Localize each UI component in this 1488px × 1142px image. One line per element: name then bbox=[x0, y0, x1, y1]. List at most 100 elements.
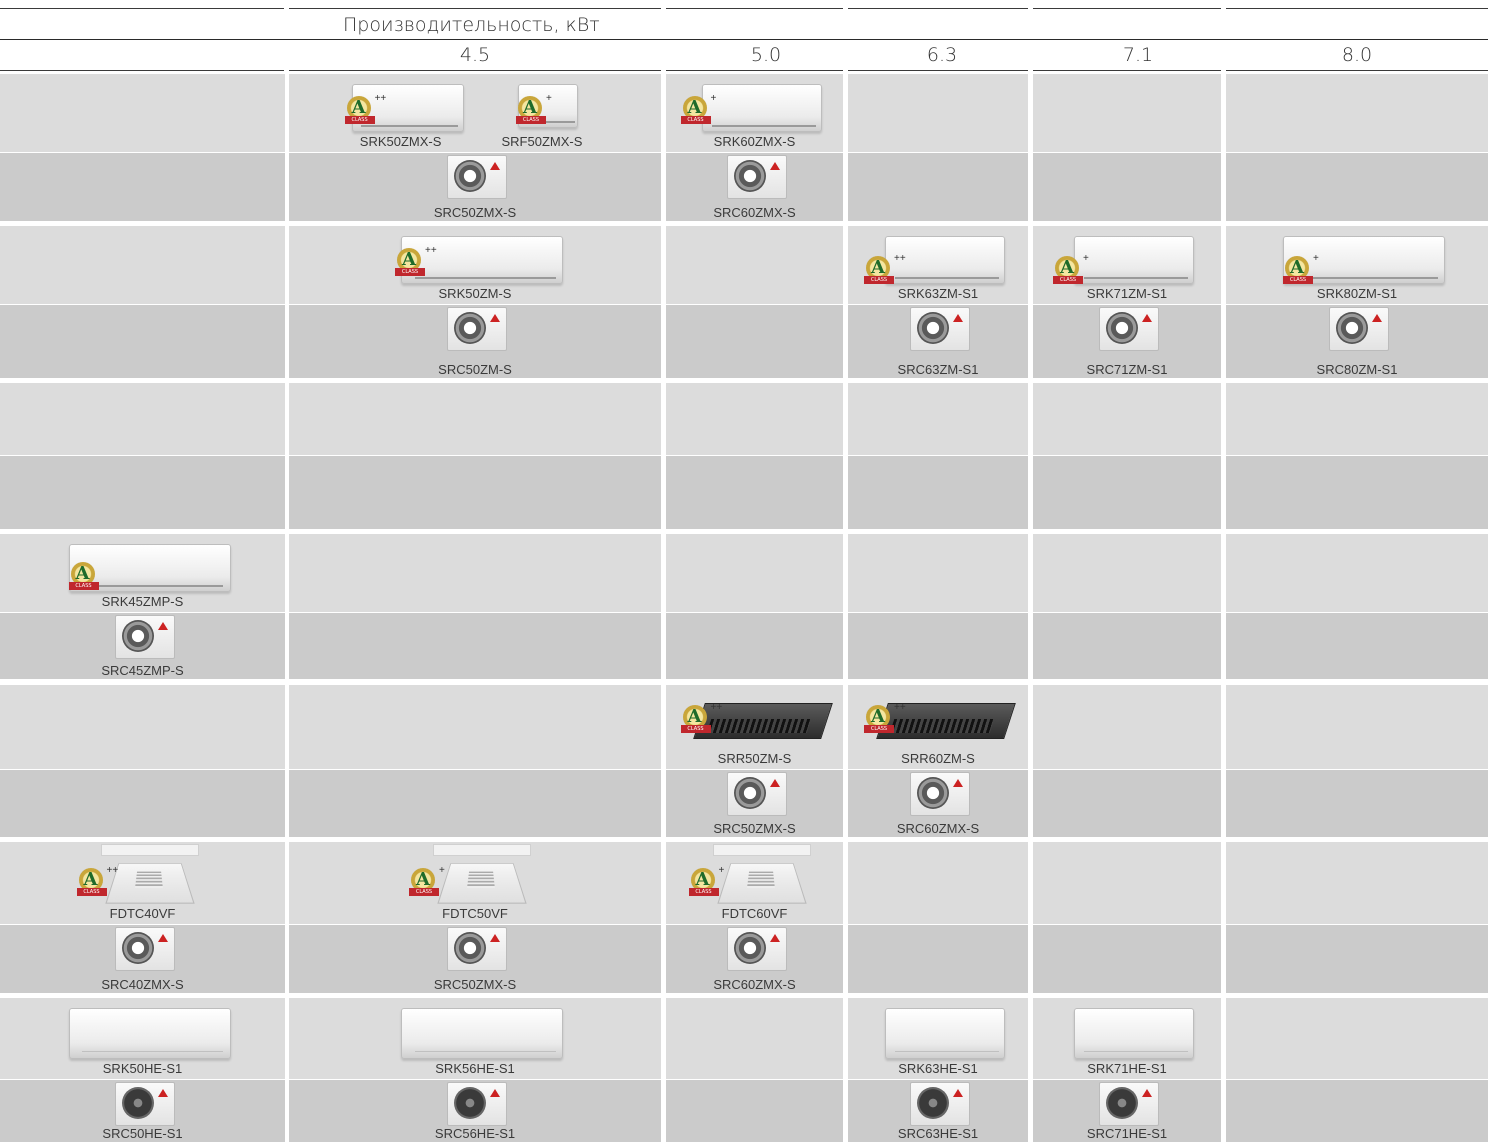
badge-plus: ++ bbox=[894, 702, 906, 713]
fan-icon bbox=[1336, 312, 1368, 344]
outdoor-unit-image bbox=[726, 772, 787, 816]
model-label: SRK50HE-S1 bbox=[102, 1061, 183, 1076]
badge-ribbon: CLASS bbox=[1283, 276, 1313, 284]
model-label: SRC50ZMX-S bbox=[433, 205, 517, 220]
cassette-panel bbox=[716, 863, 807, 904]
model-label: SRC60ZMX-S bbox=[713, 205, 796, 220]
capacity-header-title: Производительность, кВт bbox=[343, 14, 600, 36]
matrix-cell-outdoor bbox=[1226, 456, 1488, 529]
model-label: SRC71HE-S1 bbox=[1086, 1126, 1168, 1141]
brand-logo-icon bbox=[157, 622, 168, 630]
model-label: FDTC50VF bbox=[442, 906, 508, 921]
matrix-cell-outdoor bbox=[1226, 925, 1488, 993]
matrix-cell-indoor bbox=[848, 534, 1028, 612]
energy-class-a-badge: A CLASS ++ bbox=[76, 865, 118, 898]
matrix-cell-outdoor bbox=[666, 613, 843, 679]
matrix-cell-indoor bbox=[1033, 74, 1221, 152]
model-label: SRK71HE-S1 bbox=[1087, 1061, 1167, 1076]
matrix-cell-outdoor bbox=[666, 1080, 843, 1142]
badge-ribbon: CLASS bbox=[515, 116, 546, 124]
matrix-cell-outdoor bbox=[0, 153, 285, 221]
fan-icon bbox=[121, 932, 154, 964]
badge-ribbon: CLASS bbox=[864, 276, 894, 284]
model-label: SRK50ZMX-S bbox=[359, 134, 442, 149]
header-rule-top bbox=[1226, 8, 1488, 9]
badge-ribbon: CLASS bbox=[864, 725, 894, 733]
energy-class-a-badge: A CLASS + bbox=[515, 93, 552, 126]
matrix-cell-indoor bbox=[1226, 383, 1488, 455]
fan-icon bbox=[1106, 1087, 1138, 1119]
matrix-cell-outdoor bbox=[289, 456, 661, 529]
header-rule-bottom bbox=[0, 70, 284, 71]
indoor-wall-unit-image bbox=[701, 84, 822, 132]
badge-plus: ++ bbox=[710, 702, 723, 713]
header-rule-top bbox=[848, 8, 1028, 9]
outdoor-unit-image bbox=[1099, 1082, 1159, 1126]
model-label: FDTC60VF bbox=[721, 906, 788, 921]
brand-logo-icon bbox=[490, 934, 500, 942]
matrix-cell-outdoor bbox=[289, 613, 661, 679]
fan-icon bbox=[454, 160, 486, 192]
matrix-cell-outdoor bbox=[1033, 925, 1221, 993]
model-label: SRC60ZMX-S bbox=[713, 977, 796, 992]
header-rule-top bbox=[666, 8, 843, 9]
outdoor-unit-image bbox=[447, 1082, 507, 1126]
badge-plus: ++ bbox=[374, 93, 387, 104]
header-rule-bottom bbox=[1033, 70, 1221, 71]
indoor-cassette-unit-image bbox=[712, 844, 811, 906]
matrix-cell-outdoor bbox=[848, 456, 1028, 529]
matrix-cell-outdoor bbox=[1033, 456, 1221, 529]
energy-class-a-badge: A CLASS bbox=[68, 562, 99, 592]
brand-logo-icon bbox=[157, 1089, 168, 1097]
fan-icon bbox=[733, 777, 766, 809]
badge-plus: ++ bbox=[425, 245, 437, 256]
model-label: SRC56HE-S1 bbox=[434, 1126, 516, 1141]
energy-class-a-badge: A CLASS ++ bbox=[680, 702, 722, 735]
brand-logo-icon bbox=[490, 162, 500, 170]
outdoor-unit-image bbox=[447, 155, 507, 199]
brand-logo-icon bbox=[769, 162, 780, 170]
fan-icon bbox=[917, 777, 949, 809]
matrix-cell-indoor bbox=[848, 383, 1028, 455]
capacity-label: 5.0 bbox=[750, 44, 782, 66]
badge-ribbon: CLASS bbox=[1053, 276, 1083, 284]
cassette-panel bbox=[104, 863, 195, 904]
matrix-cell-indoor bbox=[666, 534, 843, 612]
model-label: SRC50ZMX-S bbox=[433, 977, 517, 992]
badge-ribbon: CLASS bbox=[68, 582, 99, 590]
outdoor-unit-image bbox=[447, 927, 507, 971]
duct-grille bbox=[889, 719, 995, 733]
matrix-cell-indoor bbox=[1226, 74, 1488, 152]
model-label: SRC50HE-S1 bbox=[102, 1126, 183, 1141]
matrix-cell-indoor bbox=[1033, 685, 1221, 769]
badge-ribbon: CLASS bbox=[76, 888, 107, 896]
header-rule-top bbox=[289, 8, 661, 9]
model-label: SRK63ZM-S1 bbox=[897, 286, 979, 301]
indoor-wall-unit-image bbox=[885, 1008, 1005, 1059]
outdoor-unit-image bbox=[726, 927, 787, 971]
badge-plus: + bbox=[545, 93, 552, 104]
matrix-cell-indoor bbox=[666, 998, 843, 1079]
badge-plus: + bbox=[1083, 253, 1089, 264]
model-label: SRC45ZMP-S bbox=[101, 663, 184, 678]
brand-logo-icon bbox=[769, 934, 780, 942]
brand-logo-icon bbox=[769, 779, 780, 787]
model-label: SRK60ZMX-S bbox=[713, 134, 796, 149]
cassette-top bbox=[100, 844, 199, 856]
brand-logo-icon bbox=[1142, 314, 1152, 322]
outdoor-unit-image bbox=[114, 927, 175, 971]
brand-logo-icon bbox=[1142, 1089, 1152, 1097]
outdoor-unit-image bbox=[910, 307, 970, 351]
outdoor-unit-image bbox=[1329, 307, 1389, 351]
fan-icon bbox=[917, 312, 949, 344]
matrix-cell-indoor bbox=[1226, 534, 1488, 612]
matrix-cell-outdoor bbox=[848, 153, 1028, 221]
fan-icon bbox=[733, 932, 766, 964]
badge-ribbon: CLASS bbox=[344, 116, 375, 124]
matrix-cell-outdoor bbox=[1033, 613, 1221, 679]
cassette-panel bbox=[437, 863, 527, 904]
indoor-wall-unit-image bbox=[401, 236, 563, 284]
header-rule-bottom bbox=[289, 70, 661, 71]
model-label: SRK50ZM-S bbox=[438, 286, 512, 301]
badge-ribbon: CLASS bbox=[688, 888, 719, 896]
